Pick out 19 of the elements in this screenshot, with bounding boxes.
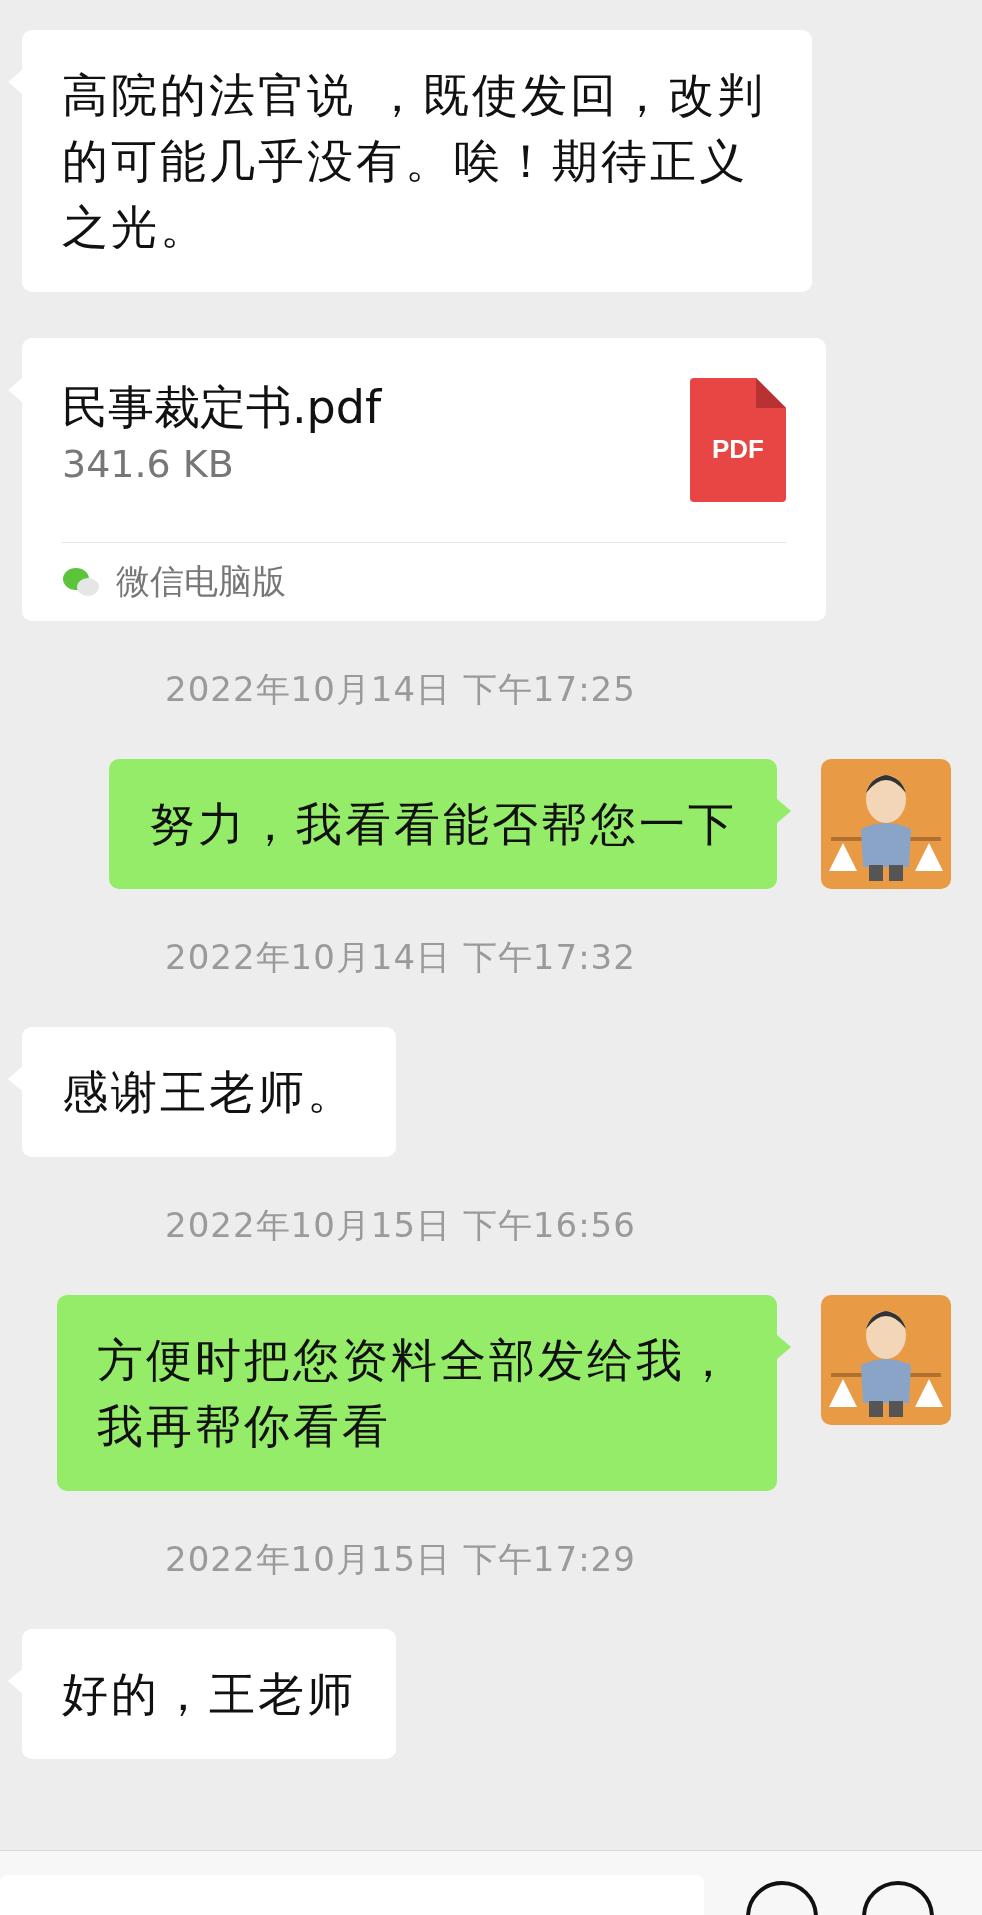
- timestamp: 2022年10月14日 下午17:25: [164, 668, 637, 711]
- pdf-file-icon: PDF: [690, 378, 786, 502]
- message-bubble: 感谢王老师。: [22, 1027, 396, 1157]
- timestamp: 2022年10月15日 下午17:29: [164, 1538, 637, 1581]
- timestamp: 2022年10月15日 下午16:56: [164, 1204, 637, 1247]
- timestamp: 2022年10月14日 下午17:32: [164, 936, 637, 979]
- file-name: 民事裁定书.pdf: [62, 379, 382, 436]
- bubble-tail: [777, 799, 791, 823]
- source-label: 微信电脑版: [116, 560, 286, 603]
- message-bubble: 努力，我看看能否帮您一下: [109, 759, 777, 889]
- file-message[interactable]: 民事裁定书.pdf 341.6 KB PDF 微信电脑版: [22, 338, 826, 621]
- message-bubble: 好的，王老师: [22, 1629, 396, 1759]
- bubble-tail: [777, 1335, 791, 1359]
- avatar[interactable]: [821, 1295, 951, 1425]
- message-bubble: 高院的法官说 ，既使发回，改判的可能几乎没有。唉！期待正义之光。: [22, 30, 812, 292]
- message-bubble: 方便时把您资料全部发给我，我再帮你看看: [57, 1295, 777, 1491]
- chat-app-icon: [62, 567, 100, 597]
- avatar[interactable]: [821, 759, 951, 889]
- file-size: 341.6 KB: [62, 442, 235, 486]
